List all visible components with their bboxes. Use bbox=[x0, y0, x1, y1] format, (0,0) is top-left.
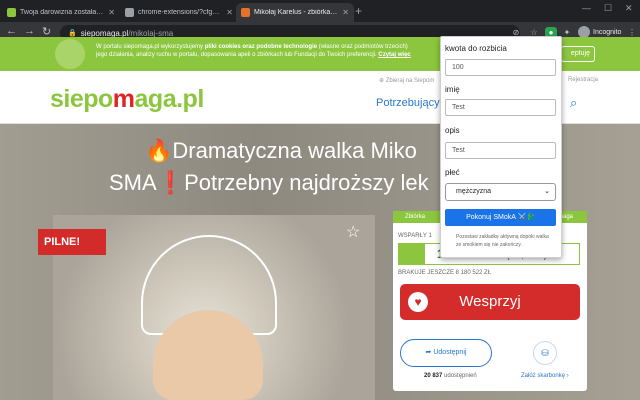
chevron-down-icon: ⌄ bbox=[544, 188, 550, 195]
cookie-accept-button[interactable]: eptuję bbox=[561, 46, 595, 62]
window-close-icon[interactable]: ✕ bbox=[625, 3, 633, 14]
supporters-label: WSPARŁY 1 bbox=[398, 233, 432, 239]
page-title-line2: SMA❗Potrzebny najdroższy lek bbox=[109, 170, 429, 195]
heart-hand-icon: ♥ bbox=[408, 292, 428, 312]
progress-fill bbox=[399, 244, 426, 264]
favorite-star-icon[interactable]: ☆ bbox=[346, 222, 360, 242]
siepomaga-favicon-icon bbox=[7, 8, 16, 17]
share-button[interactable]: ➦ Udostępnij bbox=[400, 339, 492, 367]
donate-button[interactable]: ♥ Wesprzyj bbox=[400, 284, 580, 320]
amount-input[interactable]: 100 bbox=[445, 59, 556, 76]
urgent-badge: PILNE! bbox=[38, 229, 106, 255]
close-icon[interactable]: ✕ bbox=[108, 8, 115, 17]
description-input[interactable]: Test bbox=[445, 142, 556, 159]
create-piggybank-link[interactable]: Załóż skarbonkę › bbox=[521, 373, 569, 379]
close-icon[interactable]: ✕ bbox=[226, 8, 233, 17]
search-icon[interactable]: ⌕ bbox=[570, 95, 577, 111]
siepomaga-logo[interactable]: siepomaga.pl bbox=[50, 85, 204, 114]
forward-icon[interactable]: → bbox=[24, 25, 35, 37]
siepomaga-favicon-icon bbox=[241, 8, 250, 17]
browser-tab-bar: Twoja darowizna została przekaz ✕ chrome… bbox=[0, 0, 640, 22]
popup-note: Pozostaw zakładkę aktywną dopóki walka z… bbox=[456, 234, 549, 248]
share-count: 20 837 udostępnień bbox=[424, 373, 477, 379]
register-link[interactable]: Rejestracja bbox=[568, 77, 598, 83]
profile-label: Incognito bbox=[593, 28, 622, 36]
amount-label: kwota do rozbicia bbox=[445, 44, 507, 53]
back-icon[interactable]: ← bbox=[6, 25, 17, 37]
name-label: imię bbox=[445, 85, 460, 94]
page-title-line1: 🔥Dramatyczna walka Miko bbox=[145, 138, 417, 163]
close-icon[interactable]: ✕ bbox=[342, 8, 349, 17]
tab-donation[interactable]: Twoja darowizna została przekaz ✕ bbox=[2, 3, 120, 22]
piggy-bank-icon[interactable]: ⛁ bbox=[533, 341, 557, 365]
extension-popup: kwota do rozbicia 100 imię Test opis Tes… bbox=[440, 36, 562, 258]
tab-title: chrome-extensions/?cfgmoaipau bbox=[138, 9, 223, 16]
cookie-logo-icon bbox=[55, 39, 85, 69]
start-fundraiser-link[interactable]: ⊕ Zbieraj na Siepom bbox=[379, 77, 434, 84]
cookie-text: W portalu siepomaga.pl wykorzystujemy pl… bbox=[96, 44, 411, 58]
fight-dragon-button[interactable]: Pokonuj SMokA ⚔️🐉 bbox=[445, 209, 556, 226]
nav-needy[interactable]: Potrzebujący bbox=[376, 97, 440, 109]
name-input[interactable]: Test bbox=[445, 99, 556, 116]
gender-label: płeć bbox=[445, 168, 460, 177]
maximize-icon[interactable]: ☐ bbox=[604, 3, 612, 14]
lock-icon: 🔒 bbox=[68, 30, 77, 37]
gender-select[interactable]: mężczyzna ⌄ bbox=[445, 183, 556, 201]
tab-fundraiser[interactable]: Mikołaj Karelus - zbiórka charyt ✕ bbox=[236, 3, 354, 22]
cookie-read-more-link[interactable]: Czytaj więc bbox=[378, 52, 410, 58]
tab-title: Mikołaj Karelus - zbiórka charyt bbox=[254, 9, 338, 16]
minimize-icon[interactable]: — bbox=[582, 3, 591, 13]
remaining-amount: BRAKUJE JESZCZE 8 180 522 ZŁ bbox=[398, 270, 492, 276]
new-tab-icon[interactable]: + bbox=[355, 4, 362, 18]
tab-extensions[interactable]: chrome-extensions/?cfgmoaipau ✕ bbox=[120, 3, 238, 22]
description-label: opis bbox=[445, 126, 460, 135]
extension-favicon-icon bbox=[125, 8, 134, 17]
tab-title: Twoja darowizna została przekaz bbox=[20, 9, 105, 16]
